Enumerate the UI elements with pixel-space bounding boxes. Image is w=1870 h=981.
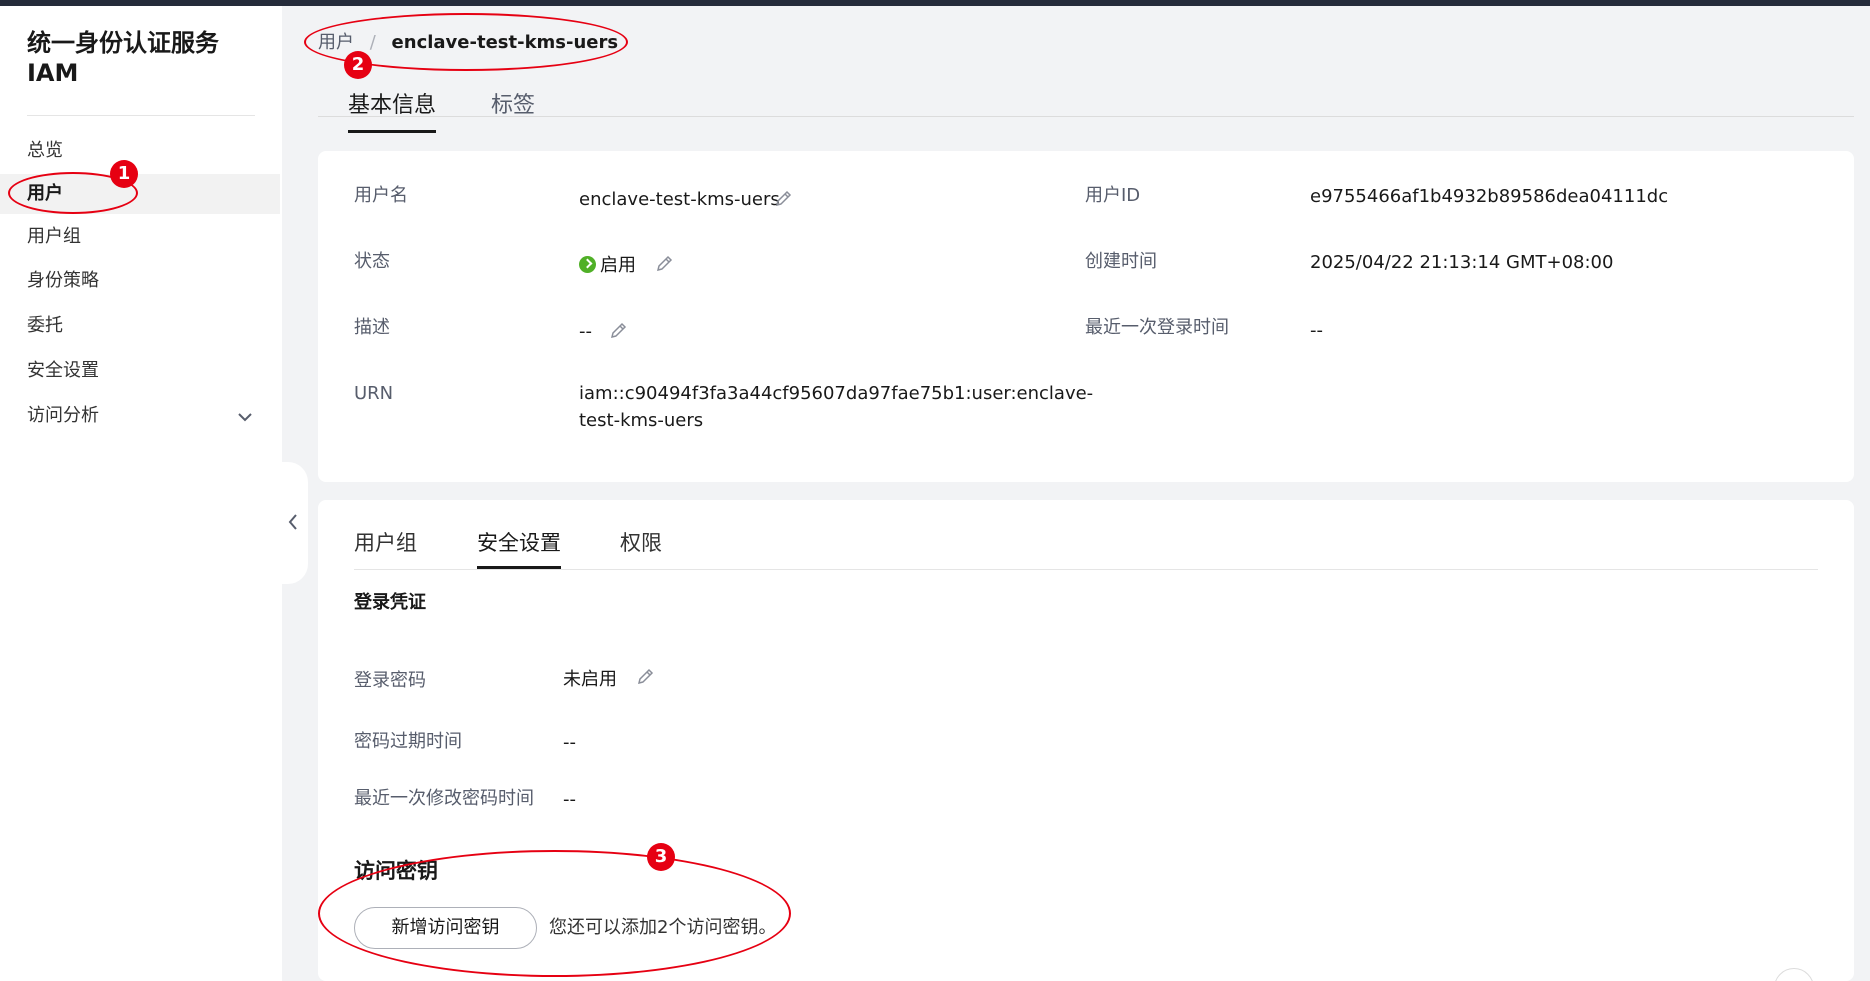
sidebar-item-security-settings[interactable]: 安全设置	[0, 351, 280, 391]
tab-user-groups[interactable]: 用户组	[354, 528, 417, 558]
status-enabled-icon	[579, 256, 596, 273]
login-password-label: 登录密码	[354, 670, 426, 691]
sidebar-item-access-analysis[interactable]: 访问分析	[0, 396, 280, 436]
tab-basic-info[interactable]: 基本信息	[348, 88, 437, 133]
annotation-ellipse-access-keys	[318, 850, 791, 977]
edit-password-icon[interactable]	[636, 666, 656, 686]
sidebar-item-overview[interactable]: 总览	[0, 131, 280, 171]
description-value: --	[579, 321, 592, 342]
description-label: 描述	[354, 317, 390, 338]
user-id-label: 用户ID	[1085, 185, 1141, 206]
tab-tags[interactable]: 标签	[491, 88, 535, 124]
edit-description-icon[interactable]	[609, 320, 629, 340]
annotation-badge-1: 1	[110, 160, 138, 188]
last-login-value: --	[1310, 320, 1323, 341]
created-time-value: 2025/04/22 21:13:14 GMT+08:00	[1310, 252, 1614, 273]
help-button[interactable]	[1774, 968, 1814, 981]
username-label: 用户名	[354, 185, 408, 206]
created-time-label: 创建时间	[1085, 251, 1157, 272]
status-text: 启用	[600, 255, 636, 276]
status-value: 启用	[579, 252, 636, 279]
sidebar-item-user-groups[interactable]: 用户组	[0, 217, 280, 257]
urn-value-line1: iam::c90494f3fa3a44cf95607da97fae75b1:us…	[579, 383, 1094, 404]
collapse-sidebar-button[interactable]	[282, 462, 308, 584]
service-title-line2: IAM	[27, 59, 79, 87]
password-expiry-value: --	[563, 732, 576, 753]
service-title-line1: 统一身份认证服务	[27, 29, 219, 57]
sidebar-item-agencies[interactable]: 委托	[0, 306, 280, 346]
urn-label: URN	[354, 383, 394, 404]
urn-value-line2: test-kms-uers	[579, 410, 704, 431]
username-value: enclave-test-kms-uers	[579, 189, 780, 210]
tab-permissions[interactable]: 权限	[620, 528, 662, 558]
last-password-change-value: --	[563, 789, 576, 810]
status-label: 状态	[354, 251, 390, 272]
login-password-value: 未启用	[563, 669, 617, 690]
login-credentials-title: 登录凭证	[354, 592, 426, 613]
sidebar-item-label: 访问分析	[27, 405, 99, 426]
tab-security-settings[interactable]: 安全设置	[477, 528, 561, 569]
sidebar: 统一身份认证服务 IAM 总览 用户 用户组 身份策略 委托 安全设置 访问分析	[0, 6, 282, 981]
urn-value: iam::c90494f3fa3a44cf95607da97fae75b1:us…	[579, 380, 1093, 434]
annotation-badge-2: 2	[344, 51, 372, 79]
inner-tabs-divider	[354, 569, 1818, 570]
sidebar-item-identity-policies[interactable]: 身份策略	[0, 261, 280, 301]
edit-username-icon[interactable]	[774, 188, 794, 208]
last-password-change-label: 最近一次修改密码时间	[354, 788, 534, 809]
chevron-left-icon	[288, 514, 297, 530]
edit-status-icon[interactable]	[655, 253, 675, 273]
password-expiry-label: 密码过期时间	[354, 731, 462, 752]
top-tabs-divider	[318, 116, 1854, 117]
user-id-value: e9755466af1b4932b89586dea04111dc	[1310, 186, 1669, 207]
basic-info-card: 用户名 enclave-test-kms-uers 状态 启用 描述 -- UR…	[318, 151, 1854, 482]
last-login-label: 最近一次登录时间	[1085, 317, 1229, 338]
annotation-badge-3: 3	[647, 843, 675, 871]
service-title: 统一身份认证服务 IAM	[27, 28, 219, 88]
sidebar-divider	[27, 115, 255, 116]
chevron-down-icon	[238, 413, 252, 422]
